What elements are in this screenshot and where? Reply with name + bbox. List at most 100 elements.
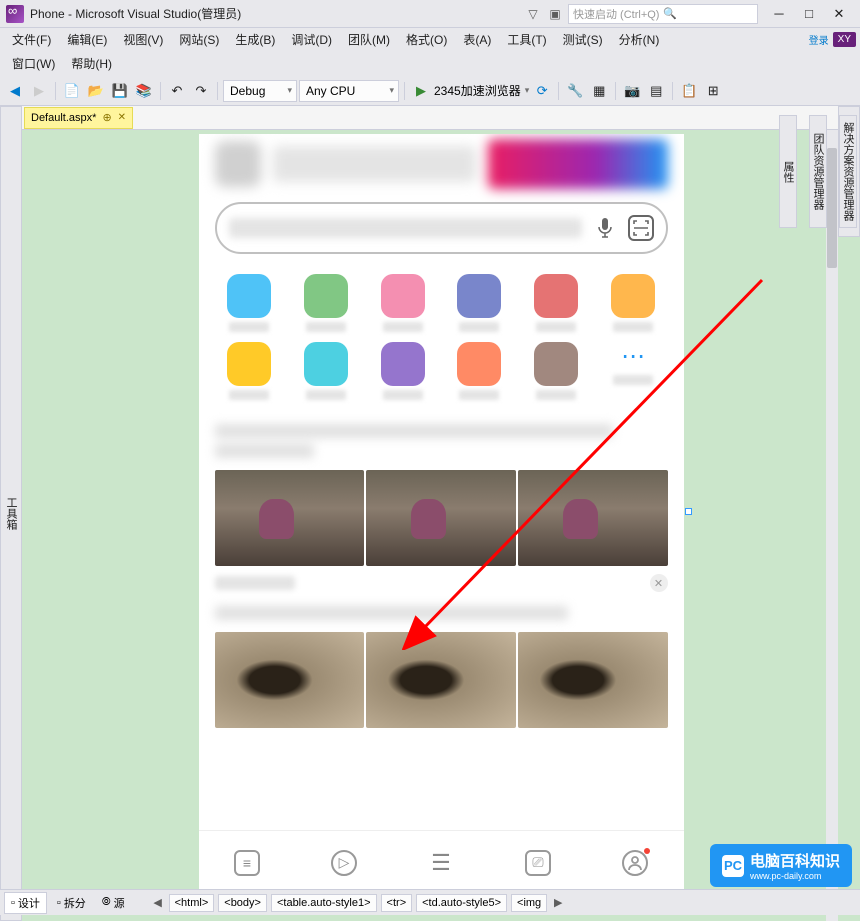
menu-team[interactable]: 团队(M) bbox=[340, 28, 398, 51]
app-tile[interactable] bbox=[368, 274, 437, 332]
tab-close-icon[interactable]: ✕ bbox=[118, 112, 126, 123]
run-button[interactable]: ▶ bbox=[410, 80, 432, 102]
close-button[interactable]: ✕ bbox=[824, 3, 854, 25]
scan-icon[interactable] bbox=[628, 215, 654, 241]
app-tile[interactable] bbox=[215, 342, 284, 400]
nav-forward-button[interactable]: ▶ bbox=[28, 80, 50, 102]
app-label bbox=[536, 322, 576, 332]
menu-help[interactable]: 帮助(H) bbox=[63, 52, 120, 75]
menu-format[interactable]: 格式(O) bbox=[398, 28, 455, 51]
signin-link[interactable]: 登录 bbox=[809, 32, 829, 47]
tool-icon-2[interactable]: ▦ bbox=[588, 80, 610, 102]
app-label bbox=[459, 390, 499, 400]
app-tile[interactable] bbox=[445, 342, 514, 400]
app-tile[interactable]: ⋯ bbox=[599, 342, 668, 400]
save-button[interactable]: 💾 bbox=[109, 80, 131, 102]
team-explorer-tab[interactable]: 团队资源管理器 bbox=[809, 115, 827, 228]
nav-back-button[interactable]: ◀ bbox=[4, 80, 26, 102]
menu-test[interactable]: 测试(S) bbox=[555, 28, 611, 51]
tool-icon-1[interactable]: 🔧 bbox=[564, 80, 586, 102]
tab-default-aspx[interactable]: Default.aspx* ⊕ ✕ bbox=[24, 107, 133, 129]
nav-tool[interactable]: ⎚ bbox=[525, 850, 551, 876]
toolbar: ◀ ▶ 📄 📂 💾 📚 ↶ ↷ Debug Any CPU ▶ 2345加速浏览… bbox=[0, 76, 860, 106]
dismiss-icon[interactable]: ✕ bbox=[650, 574, 668, 592]
more-icon: ⋯ bbox=[621, 342, 645, 371]
user-badge[interactable]: XY bbox=[833, 32, 856, 47]
view-split-button[interactable]: ▫ 拆分 bbox=[51, 893, 92, 913]
app-tile[interactable] bbox=[445, 274, 514, 332]
run-dropdown-icon[interactable]: ▾ bbox=[525, 85, 530, 96]
solution-explorer-tab[interactable]: 解决方案资源管理器 bbox=[839, 115, 857, 228]
platform-dropdown[interactable]: Any CPU bbox=[299, 80, 399, 102]
app-tile[interactable] bbox=[215, 274, 284, 332]
tool-icon-6[interactable]: ⊞ bbox=[702, 80, 724, 102]
tool-icon-4[interactable]: ▤ bbox=[645, 80, 667, 102]
menu-website[interactable]: 网站(S) bbox=[171, 28, 227, 51]
tool-icon-3[interactable]: 📷 bbox=[621, 80, 643, 102]
toolbox-tab[interactable]: 工具箱 bbox=[0, 106, 22, 921]
config-dropdown[interactable]: Debug bbox=[223, 80, 297, 102]
menu-window[interactable]: 窗口(W) bbox=[4, 52, 63, 75]
app-icon bbox=[534, 274, 578, 318]
app-icon bbox=[534, 342, 578, 386]
image-row-1[interactable] bbox=[199, 470, 684, 566]
minimize-button[interactable]: ─ bbox=[764, 3, 794, 25]
notification-icon[interactable]: ▣ bbox=[548, 7, 562, 21]
save-all-button[interactable]: 📚 bbox=[133, 80, 155, 102]
right-panels: 解决方案资源管理器 团队资源管理器 属性 bbox=[838, 106, 860, 237]
crumb-td[interactable]: <td.auto-style5> bbox=[416, 894, 507, 912]
run-target-label[interactable]: 2345加速浏览器 bbox=[434, 82, 521, 99]
app-tile[interactable] bbox=[522, 342, 591, 400]
phone-search-bar[interactable] bbox=[215, 202, 668, 254]
crumb-img[interactable]: <img bbox=[511, 894, 547, 912]
vertical-scrollbar[interactable] bbox=[826, 130, 838, 921]
view-design-button[interactable]: ▫ 设计 bbox=[4, 892, 47, 914]
properties-tab[interactable]: 属性 bbox=[779, 115, 797, 228]
app-tile[interactable] bbox=[599, 274, 668, 332]
menu-edit[interactable]: 编辑(E) bbox=[59, 28, 115, 51]
new-item-button[interactable]: 📄 bbox=[61, 80, 83, 102]
tab-pin-icon[interactable]: ⊕ bbox=[102, 111, 111, 124]
view-source-button[interactable]: ⦾ 源 bbox=[96, 893, 131, 913]
undo-button[interactable]: ↶ bbox=[166, 80, 188, 102]
app-tile[interactable] bbox=[368, 342, 437, 400]
crumb-table[interactable]: <table.auto-style1> bbox=[271, 894, 377, 912]
nav-feed[interactable]: ≡ bbox=[234, 850, 260, 876]
selection-handle[interactable] bbox=[685, 508, 692, 515]
designer-canvas[interactable]: ⋯ ✕ bbox=[22, 130, 860, 921]
menu-file[interactable]: 文件(F) bbox=[4, 28, 59, 51]
nav-video[interactable]: ▷ bbox=[331, 850, 357, 876]
crumb-tr[interactable]: <tr> bbox=[381, 894, 413, 912]
image-row-2[interactable] bbox=[199, 632, 684, 728]
menu-table[interactable]: 表(A) bbox=[455, 28, 499, 51]
quick-launch-input[interactable]: 快速启动 (Ctrl+Q) 🔍 bbox=[568, 4, 758, 24]
menu-icon: ☰ bbox=[428, 850, 454, 876]
nav-profile[interactable] bbox=[622, 850, 648, 876]
menu-view[interactable]: 视图(V) bbox=[115, 28, 171, 51]
crumb-html[interactable]: <html> bbox=[169, 894, 215, 912]
crumb-nav-right[interactable]: ▶ bbox=[551, 896, 565, 909]
mic-icon[interactable] bbox=[592, 215, 618, 241]
nav-menu[interactable]: ☰ bbox=[428, 850, 454, 876]
app-tile[interactable] bbox=[291, 342, 360, 400]
redo-button[interactable]: ↷ bbox=[190, 80, 212, 102]
filter-icon[interactable]: ▽ bbox=[526, 7, 540, 21]
profile-icon bbox=[622, 850, 648, 876]
maximize-button[interactable]: □ bbox=[794, 3, 824, 25]
menu-build[interactable]: 生成(B) bbox=[227, 28, 283, 51]
open-button[interactable]: 📂 bbox=[85, 80, 107, 102]
menu-debug[interactable]: 调试(D) bbox=[283, 28, 340, 51]
browser-refresh-button[interactable]: ⟳ bbox=[531, 80, 553, 102]
thumbnail bbox=[518, 632, 668, 728]
menu-analyze[interactable]: 分析(N) bbox=[611, 28, 668, 51]
crumb-body[interactable]: <body> bbox=[218, 894, 267, 912]
app-label bbox=[383, 322, 423, 332]
app-tile[interactable] bbox=[522, 274, 591, 332]
app-icon bbox=[227, 274, 271, 318]
app-icon bbox=[381, 342, 425, 386]
app-tile[interactable] bbox=[291, 274, 360, 332]
crumb-nav-left[interactable]: ◀ bbox=[151, 896, 165, 909]
app-label bbox=[306, 322, 346, 332]
menu-tools[interactable]: 工具(T) bbox=[499, 28, 554, 51]
tool-icon-5[interactable]: 📋 bbox=[678, 80, 700, 102]
